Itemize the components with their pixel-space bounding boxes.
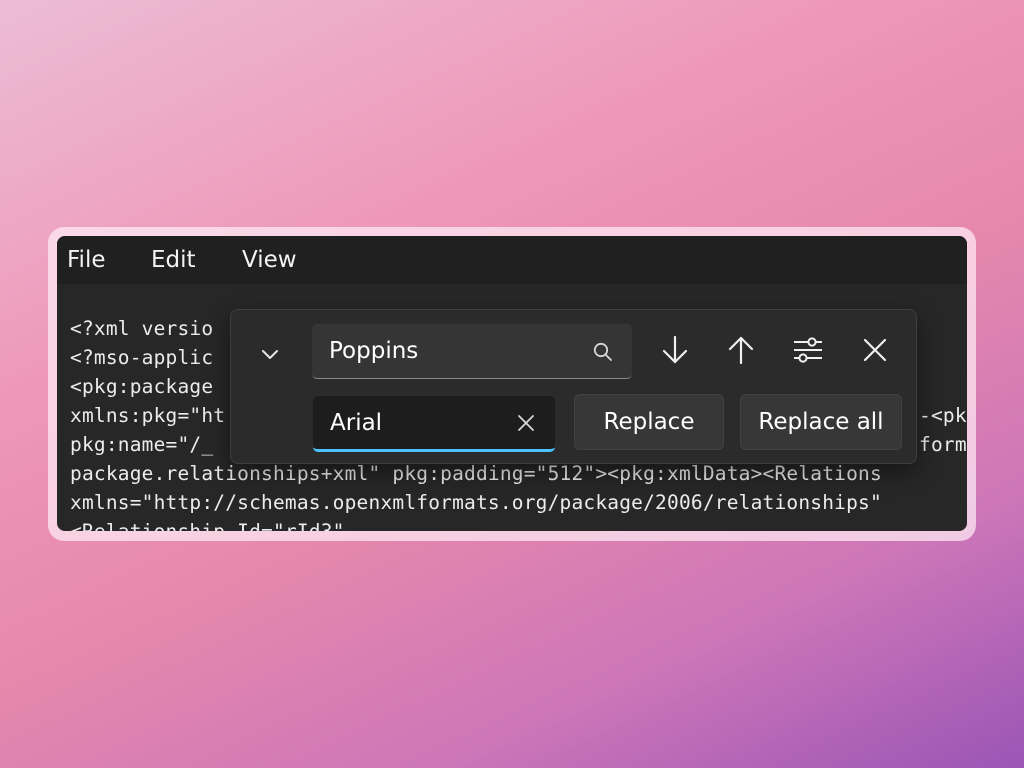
code-line: <?xml versio [70,317,214,340]
code-line: <?mso-applic [70,346,214,369]
clear-replace-button[interactable] [513,410,539,436]
code-line: xmlns="http://schemas.openxmlformats.org… [70,491,882,514]
chevron-down-icon [262,350,278,359]
close-icon [863,338,887,362]
replace-button[interactable]: Replace [574,394,724,450]
code-line: xmlns:pkg="ht [70,404,226,427]
code-line: <Relationship Id="rId3" [70,520,345,531]
replace-all-button[interactable]: Replace all [740,394,902,450]
menu-view[interactable]: View [232,244,307,276]
close-panel-button[interactable] [855,330,895,370]
menu-edit[interactable]: Edit [141,244,206,276]
clear-icon [518,415,534,431]
code-line: <pkg:package [70,375,214,398]
code-line-fragment: -<pkg [919,404,967,427]
arrow-down-icon [662,335,688,364]
menu-file[interactable]: File [57,244,116,276]
find-field[interactable] [312,324,632,379]
notepad-window: File Edit View <?xml versio <?mso-applic… [57,236,967,531]
code-line: pkg:name="/_ [70,433,214,456]
replace-field[interactable] [313,396,555,452]
code-line-fragment: form [919,433,967,456]
code-line: package.relationships+xml" pkg:padding="… [70,462,882,485]
find-next-button[interactable] [655,330,695,370]
find-input[interactable] [329,324,559,378]
sliders-icon [794,337,822,363]
search-options-button[interactable] [788,330,828,370]
search-icon[interactable] [592,341,614,363]
arrow-up-icon [728,336,754,365]
toggle-replace-button[interactable] [251,336,289,374]
find-replace-panel: Replace Replace all [230,309,917,464]
replace-input[interactable] [330,396,500,449]
menu-bar: File Edit View [57,236,967,284]
find-previous-button[interactable] [721,330,761,370]
